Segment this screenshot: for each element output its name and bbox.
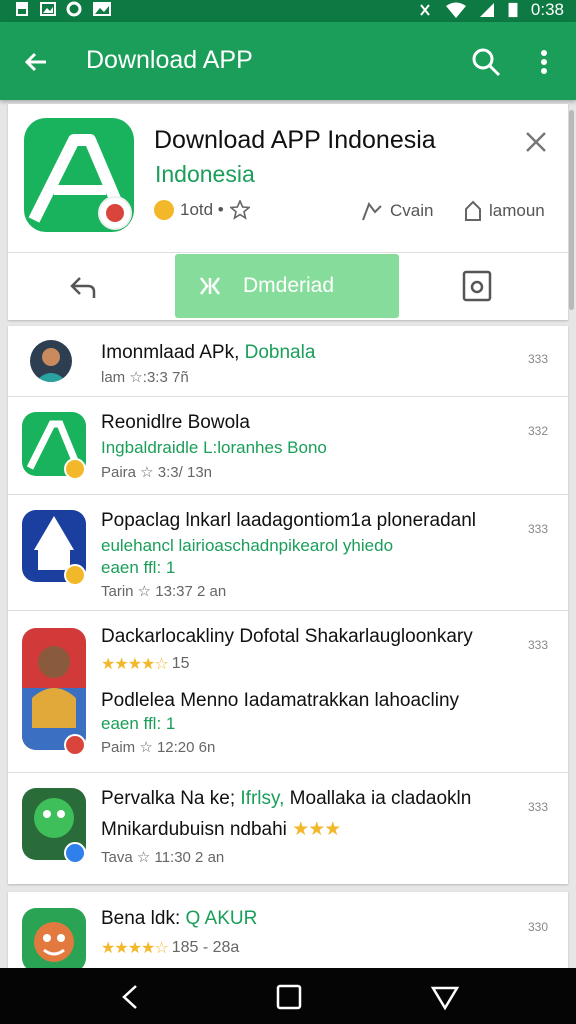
sync-icon [66,1,82,17]
category-icon [362,201,382,221]
list-item-title: Pervalka Na ke; Ifrlsy, Moallaka ia clad… [101,788,471,810]
badge-icon [64,458,86,480]
list-item-title: Dackarlocakliny Dofotal Shakarlaugloonka… [101,626,473,647]
list-item-meta: Paira ☆ 3:3/ 13n [101,464,213,481]
notification-icon [16,2,28,16]
photo-icon [93,2,111,16]
battery-icon [508,2,518,18]
badge-icon [64,564,86,586]
rating-stars: ★★★ [292,819,341,840]
tag-icon [465,200,481,221]
rating-value: 15 [171,655,190,672]
developer-badge-icon [98,196,132,230]
list-item-title-tail: Moallaka ia cladaokln [289,788,472,809]
list-item-developer: Q AKUR [185,908,258,929]
list-item-title: Bena ldk: Q AKUR [101,908,257,930]
device-icon[interactable] [462,270,492,302]
rating-value: 185 - 28a [171,939,240,956]
list-item[interactable]: Popaclag lnkarl laadagontiom1a plonerada… [8,494,568,611]
list-item-count: 333 [527,352,548,366]
install-button-label: Dmderiad [243,274,335,297]
avatar [30,340,72,382]
list-item-count: 333 [527,638,548,652]
list-item-subtitle-2: eaen ffl: 1 [101,558,176,577]
list-item-meta: Tava ☆ 11:30 2 an [101,849,225,866]
home-icon[interactable] [274,982,304,1012]
app-icon [22,908,86,972]
coin-icon [154,200,174,220]
list-item-subtitle-2: eaen ffl: 1 [101,714,176,733]
recents-icon[interactable] [430,982,460,1012]
close-icon[interactable] [522,128,550,156]
list-item[interactable]: Reonidlre Bowola Ingbaldraidle L:loranhe… [8,396,568,495]
list-item-subtitle-text: Mnikardubuisn ndbahi [101,819,287,840]
vibrate-icon [420,4,430,16]
list-item[interactable]: Bena ldk: Q AKUR ★★★★☆ 185 - 28a 330 [8,892,568,972]
status-bar: 0:38 [0,0,576,22]
verified-badge-icon [64,842,86,864]
signal-icon [479,3,494,17]
app-icon [22,628,86,750]
list-item-subtitle: eulehancl lairioaschadnpikearol yhiedo [101,536,394,555]
install-count-info: lamoun [463,200,545,222]
list-item-meta: lam ☆:3:3 7ñ [101,369,189,386]
wifi-icon [445,2,466,18]
back-icon[interactable] [116,982,146,1012]
more-apps-list: Bena ldk: Q AKUR ★★★★☆ 185 - 28a 330 [8,892,568,972]
install-count-text: lamoun [489,201,545,220]
list-item[interactable]: Imonmlaad APk, Dobnala lam ☆:3:3 7ñ 333 [8,326,568,397]
badge-icon [64,734,86,756]
list-item-subtitle: Ingbaldraidle L:loranhes Bono [101,438,327,457]
rating-info: 1otd • [154,200,250,220]
install-button[interactable]: Dmderiad [175,254,399,318]
list-item-title-2: Podlelea Menno Iadamatrakkan lahoacliny [101,690,460,711]
rating-stars: ★★★★☆ [101,656,169,673]
app-title: Download APP Indonesia [154,126,436,154]
scrollbar[interactable] [569,110,574,310]
list-item-title-highlight: Ifrlsy, [240,788,285,809]
list-item-title-text: Pervalka Na ke; [101,788,236,809]
list-item-title: Popaclag lnkarl laadagontiom1a plonerada… [101,510,476,531]
list-item-count: 330 [527,920,548,934]
more-options-icon[interactable] [532,46,556,78]
rating-stars: ★★★★☆ [101,940,169,957]
app-header-card: Download APP Indonesia Indonesia 1otd • … [8,104,568,320]
app-bar-title: Download APP [86,46,253,74]
list-item-count: 333 [527,522,548,536]
download-icon [200,277,220,295]
share-icon[interactable] [66,270,100,304]
list-item-title-text: Bena ldk: [101,908,181,929]
developer-name[interactable]: Indonesia [155,161,255,188]
image-icon [40,2,56,16]
related-apps-list: Imonmlaad APk, Dobnala lam ☆:3:3 7ñ 333 … [8,326,568,884]
back-arrow-icon[interactable] [20,46,52,78]
list-item-meta: Tarin ☆ 13:37 2 an [101,583,227,600]
list-item[interactable]: Dackarlocakliny Dofotal Shakarlaugloonka… [8,610,568,773]
list-item-count: 332 [527,424,548,438]
rating-text: 1otd • [180,200,224,219]
status-time: 0:38 [530,0,564,19]
list-item-title: Imonmlaad APk, Dobnala [101,342,315,364]
list-item-rating: ★★★★☆ 15 [101,654,190,674]
category-info: Cvain [360,200,433,222]
list-item-meta: Paim ☆ 12:20 6n [101,739,216,756]
list-item-title: Reonidlre Bowola [101,412,250,433]
list-item-developer: Dobnala [244,342,316,363]
list-item-count: 333 [527,800,548,814]
category-text: Cvain [390,201,434,220]
list-item-title-text: Imonmlaad APk, [101,342,240,363]
list-item[interactable]: Pervalka Na ke; Ifrlsy, Moallaka ia clad… [8,772,568,884]
app-bar: Download APP [0,22,576,100]
system-nav-bar [0,968,576,1024]
divider [8,252,568,253]
list-item-rating: ★★★★☆ 185 - 28a [101,938,239,958]
star-outline-icon [229,200,250,220]
search-icon[interactable] [470,46,502,78]
list-item-subtitle: Mnikardubuisn ndbahi ★★★ [101,818,341,841]
